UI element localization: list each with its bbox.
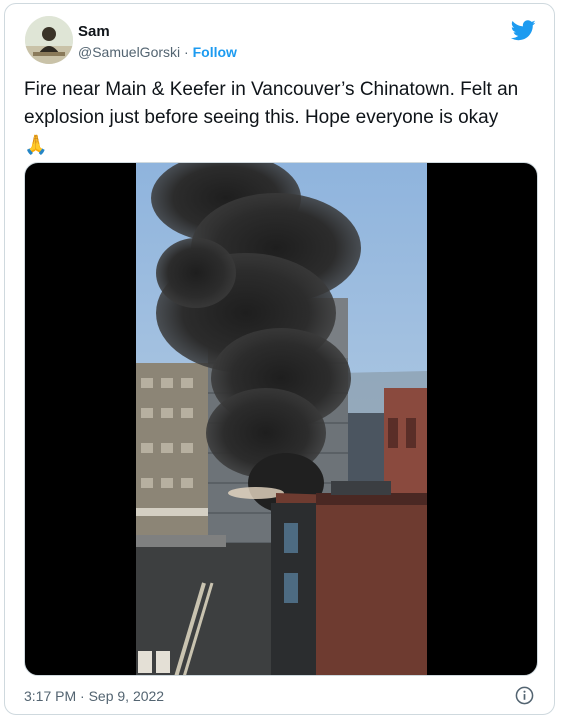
avatar[interactable] [25, 16, 73, 64]
video-frame [136, 163, 427, 675]
pray-emoji: 🙏 [24, 135, 48, 156]
tweet-card: Sam @SamuelGorski · Follow Fire near Mai… [4, 3, 555, 715]
twitter-bird-icon[interactable] [511, 20, 536, 41]
separator-dot: · [184, 44, 189, 60]
avatar-image [25, 16, 73, 64]
tweet-text: Fire near Main & Keefer in Vancouver’s C… [24, 76, 534, 160]
author-handle-line: @SamuelGorski · Follow [78, 44, 237, 60]
info-icon[interactable] [515, 686, 534, 705]
video-player[interactable] [24, 162, 538, 676]
follow-button[interactable]: Follow [193, 44, 237, 60]
author-handle[interactable]: @SamuelGorski [78, 44, 180, 60]
tweet-body: Fire near Main & Keefer in Vancouver’s C… [24, 79, 519, 128]
tweet-timestamp[interactable]: 3:17 PM · Sep 9, 2022 [24, 688, 164, 704]
author-name[interactable]: Sam [78, 23, 110, 40]
